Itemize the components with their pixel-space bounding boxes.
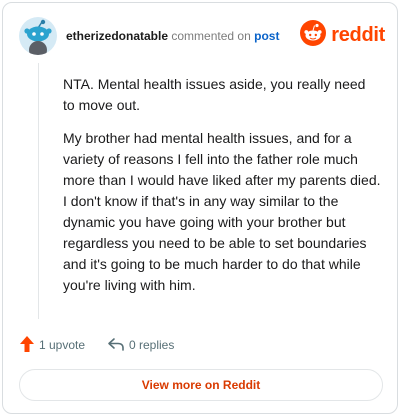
reddit-logo[interactable]: reddit [300,19,385,51]
comment-body: NTA. Mental health issues aside, you rea… [63,74,381,308]
comment-embed-card: etherizedonatable commented on post redd… [2,2,398,414]
comment-paragraph: My brother had mental health issues, and… [63,130,381,293]
reply-count[interactable]: 0 replies [107,333,174,357]
upvote-count[interactable]: 1 upvote [19,333,85,357]
thread-line [38,63,39,319]
view-more-button[interactable]: View more on Reddit [19,369,383,401]
action-text: commented on [171,29,251,43]
comment-footer: 1 upvote 0 replies [19,333,379,357]
comment-meta: etherizedonatable commented on post [66,28,279,44]
comment-header: etherizedonatable commented on post redd… [19,17,385,57]
comment-paragraph: NTA. Mental health issues aside, you rea… [63,76,366,113]
username-link[interactable]: etherizedonatable [66,29,168,43]
reddit-logo-icon [300,19,327,51]
upvote-arrow-icon [19,335,35,356]
post-link[interactable]: post [254,29,279,43]
replies-label: 0 replies [129,338,175,352]
reddit-wordmark: reddit [331,23,385,46]
reply-arrow-icon [107,336,125,355]
upvote-label: 1 upvote [39,338,86,352]
snoo-avatar-icon[interactable] [19,17,57,55]
